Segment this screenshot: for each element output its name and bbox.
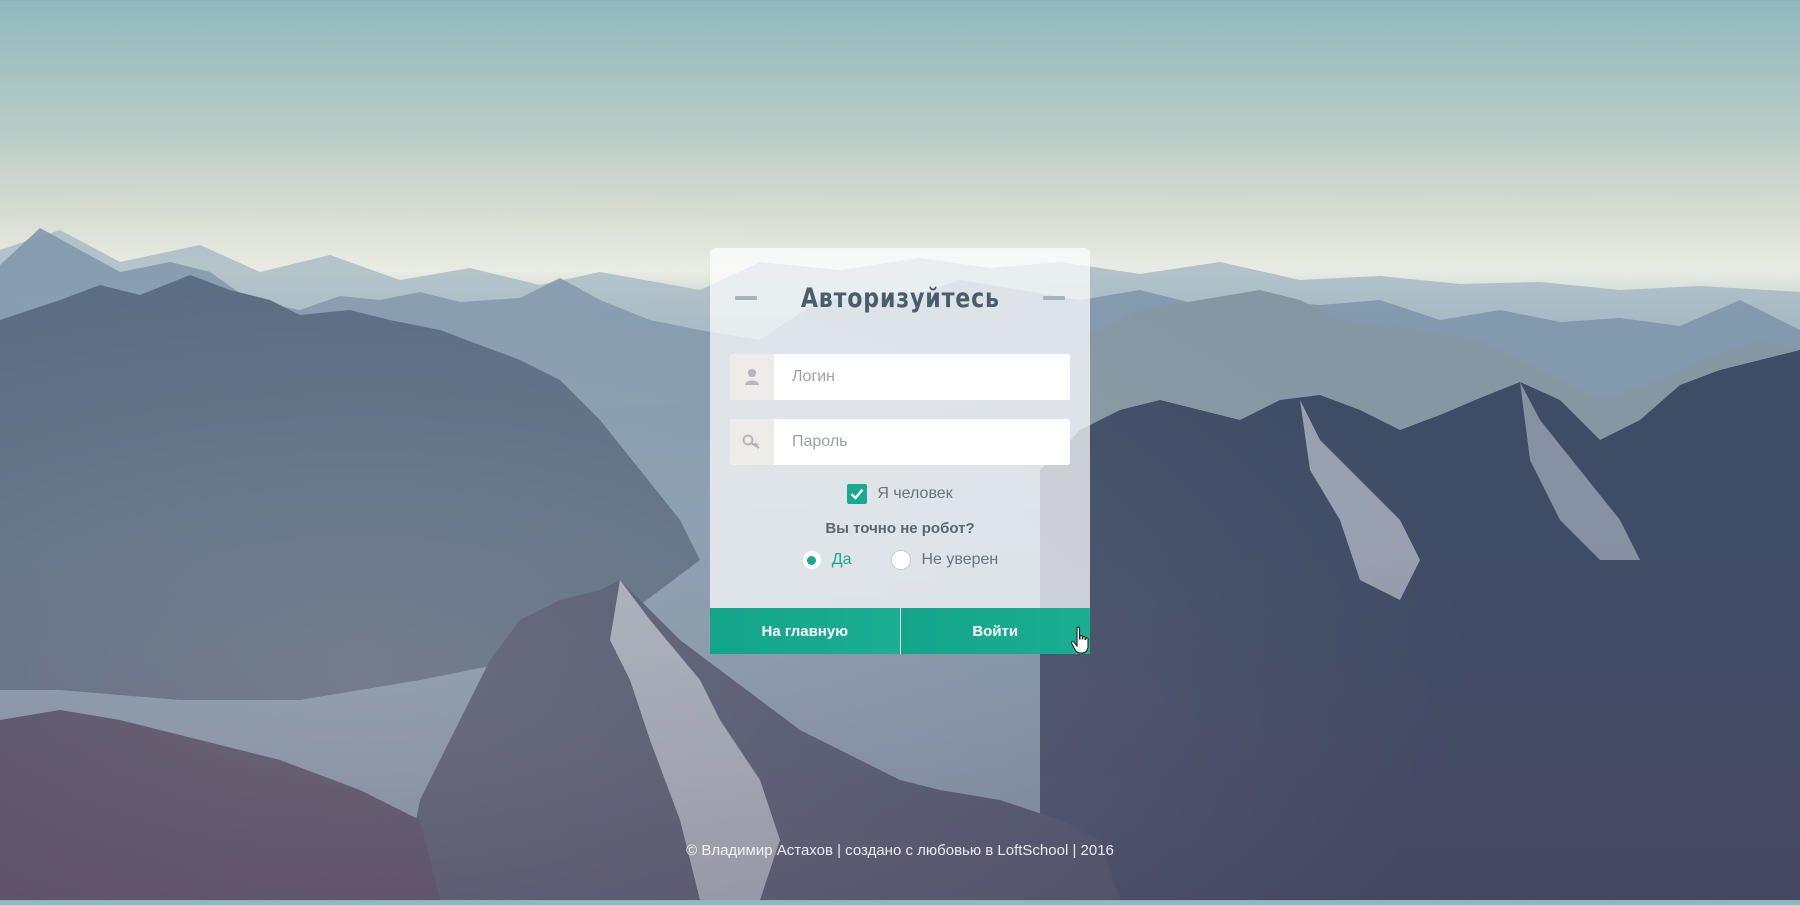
human-checkbox-row: Я человек <box>710 482 1090 506</box>
robot-radio-group: Да Не уверен <box>710 548 1090 572</box>
robot-question: Вы точно не робот? <box>825 520 975 537</box>
home-button[interactable]: На главную <box>710 608 900 654</box>
footer-copyright: © Владимир Астахов | создано с любовью в… <box>686 842 1114 859</box>
radio-yes-button[interactable] <box>801 550 822 570</box>
radio-unsure[interactable]: Не уверен <box>891 550 998 570</box>
title-dash-left <box>734 296 757 300</box>
login-card: Авторизуйтесь Я человек Вы точно не р <box>710 248 1090 654</box>
login-button[interactable]: Войти <box>900 608 1090 654</box>
login-field <box>730 354 1070 400</box>
user-icon <box>730 354 774 400</box>
login-input[interactable] <box>774 354 1070 400</box>
hand-cursor-icon <box>1070 626 1089 654</box>
radio-selected-dot <box>807 555 817 565</box>
card-title: Авторизуйтесь <box>800 282 1000 314</box>
radio-yes[interactable]: Да <box>801 550 852 570</box>
title-dash-right <box>1043 296 1066 300</box>
check-icon <box>850 488 864 500</box>
password-field <box>730 419 1070 465</box>
human-checkbox[interactable] <box>847 484 868 504</box>
radio-yes-label: Да <box>831 551 852 568</box>
password-input[interactable] <box>774 419 1070 465</box>
radio-unsure-button[interactable] <box>891 550 912 570</box>
card-header: Авторизуйтесь <box>710 278 1090 318</box>
key-icon <box>730 419 774 465</box>
human-checkbox-label: Я человек <box>877 485 953 502</box>
card-buttons: На главную Войти <box>710 608 1090 654</box>
radio-unsure-label: Не уверен <box>921 551 999 568</box>
